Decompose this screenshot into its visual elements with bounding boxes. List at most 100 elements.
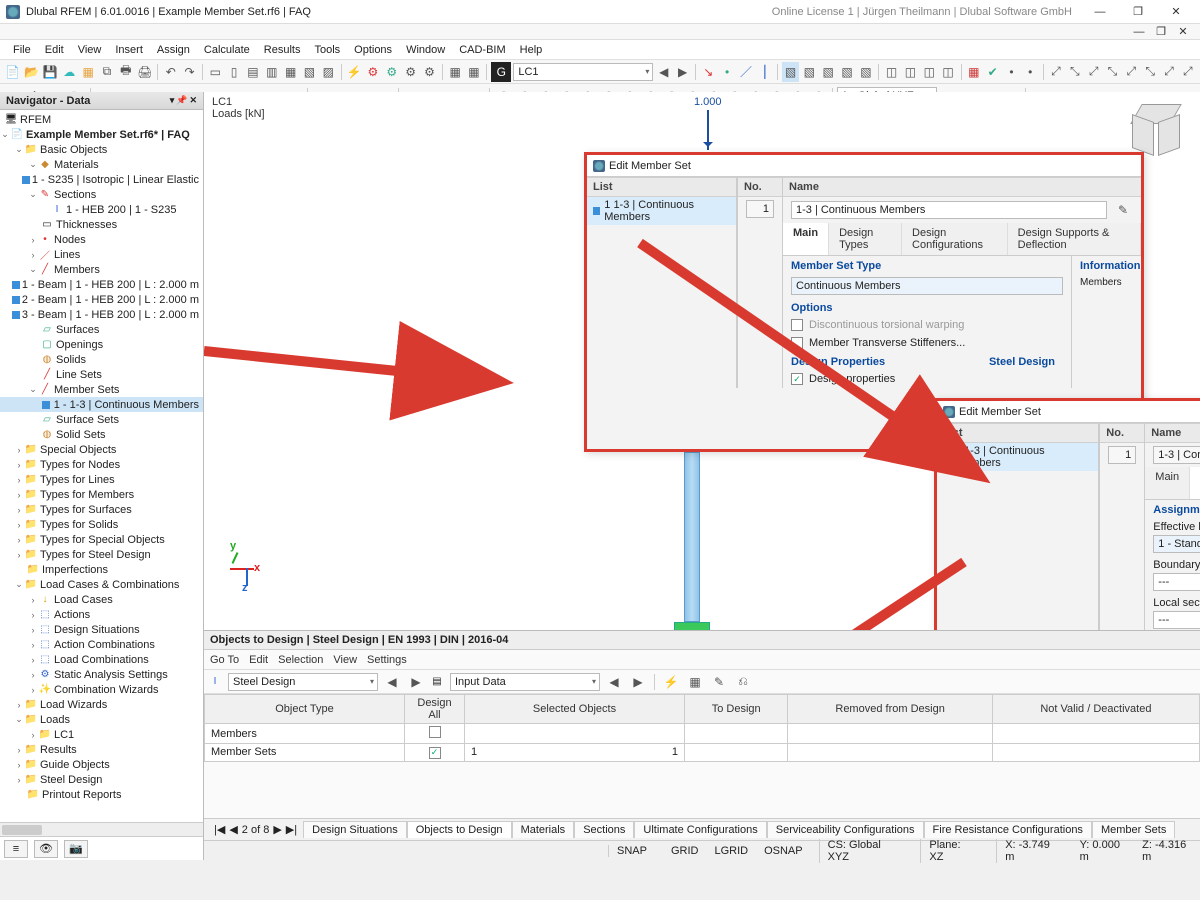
tree-tnodes[interactable]: ›📁Types for Nodes — [0, 457, 203, 472]
arrow-icon[interactable]: ↘ — [700, 62, 717, 82]
menu-calculate[interactable]: Calculate — [197, 42, 257, 58]
navigator-menu-icon[interactable]: ▾ — [170, 95, 175, 106]
tree-openings[interactable]: ▢Openings — [0, 337, 203, 352]
ax4-icon[interactable]: ⤡ — [1104, 62, 1121, 82]
table-data-combo[interactable]: Input Data — [450, 673, 600, 691]
status-snap[interactable]: SNAP — [608, 845, 655, 857]
tree-cw[interactable]: ›✨Combination Wizards — [0, 682, 203, 697]
navigator-close-icon[interactable]: ✕ — [189, 95, 197, 106]
dlg1-opt2-cb[interactable] — [791, 337, 803, 349]
navigator-hscroll[interactable] — [0, 822, 203, 836]
tree-tsteel[interactable]: ›📁Types for Steel Design — [0, 547, 203, 562]
btab-uc[interactable]: Ultimate Configurations — [634, 821, 766, 838]
tree-sections[interactable]: ⌄✎Sections — [0, 187, 203, 202]
grid-icon[interactable]: ▦ — [447, 62, 464, 82]
minimize-button[interactable]: — — [1082, 2, 1118, 22]
tree-lc[interactable]: ›↓Load Cases — [0, 592, 203, 607]
nav-tab-display-icon[interactable]: 👁 — [34, 840, 58, 858]
menu-options[interactable]: Options — [347, 42, 399, 58]
combo1-next[interactable]: ▶ — [406, 672, 426, 692]
tree-lc1[interactable]: ›📁LC1 — [0, 727, 203, 742]
view3-icon[interactable]: ▤ — [245, 62, 262, 82]
dot2-icon[interactable]: • — [1022, 62, 1039, 82]
tree-sas[interactable]: ›⚙Static Analysis Settings — [0, 667, 203, 682]
tree-lines[interactable]: ›／Lines — [0, 247, 203, 262]
tree-ds[interactable]: ›⬚Design Situations — [0, 622, 203, 637]
pager-first[interactable]: |◀ — [214, 823, 225, 836]
combo2-next[interactable]: ▶ — [628, 672, 648, 692]
tree-member-1[interactable]: 1 - Beam | 1 - HEB 200 | L : 2.000 m — [0, 277, 203, 292]
render5-icon[interactable]: ▧ — [857, 62, 874, 82]
view-cube[interactable] — [1128, 102, 1184, 158]
lc-combo[interactable]: LC1 — [513, 63, 653, 81]
tree-basic[interactable]: ⌄📁Basic Objects — [0, 142, 203, 157]
new-icon[interactable]: 📄 — [4, 62, 21, 82]
dlg1-list-item[interactable]: 1 1-3 | Continuous Members — [587, 197, 736, 225]
btab-sc[interactable]: Serviceability Configurations — [767, 821, 924, 838]
render1-icon[interactable]: ▧ — [782, 62, 799, 82]
save-icon[interactable]: 💾 — [42, 62, 59, 82]
tmenu-goto[interactable]: Go To — [210, 654, 239, 666]
table-module-combo[interactable]: Steel Design — [228, 673, 378, 691]
lc-next-icon[interactable]: ▶ — [674, 62, 691, 82]
ax2-icon[interactable]: ⤡ — [1066, 62, 1083, 82]
print2-icon[interactable]: 🖨 — [136, 62, 153, 82]
menu-results[interactable]: Results — [257, 42, 308, 58]
members-designall-cb[interactable] — [429, 726, 441, 738]
nav-tab-data-icon[interactable]: ≡ — [4, 840, 28, 858]
dlg1-steel-link[interactable]: Steel Design — [989, 356, 1063, 368]
tree-member-2[interactable]: 2 - Beam | 1 - HEB 200 | L : 2.000 m — [0, 292, 203, 307]
tree-solids[interactable]: ◍Solids — [0, 352, 203, 367]
tree-root[interactable]: 🖥RFEM — [0, 112, 203, 127]
iso2-icon[interactable]: ◫ — [902, 62, 919, 82]
close-button[interactable]: ✕ — [1158, 2, 1194, 22]
row-membersets[interactable]: Member Sets ✓ 11 — [205, 744, 1200, 762]
dlg1-tab-designtypes[interactable]: Design Types — [829, 223, 902, 255]
status-grid[interactable]: GRID — [671, 845, 699, 857]
status-lgrid[interactable]: LGRID — [714, 845, 748, 857]
open-icon[interactable]: 📂 — [23, 62, 40, 82]
calc5-icon[interactable]: ⚙ — [421, 62, 438, 82]
row-members[interactable]: Members — [205, 724, 1200, 744]
dlg1-titlebar[interactable]: Edit Member Set — [587, 155, 1141, 177]
navigator-pin-icon[interactable]: 📌 — [176, 95, 187, 106]
menu-assign[interactable]: Assign — [150, 42, 197, 58]
view1-icon[interactable]: ▭ — [207, 62, 224, 82]
calc4-icon[interactable]: ⚙ — [402, 62, 419, 82]
btab-sec[interactable]: Sections — [574, 821, 634, 838]
dlg1-tab-main[interactable]: Main — [783, 223, 829, 255]
btab-otd[interactable]: Objects to Design — [407, 821, 512, 838]
dlg1-no-input[interactable]: 1 — [746, 200, 774, 218]
tree-surfaces[interactable]: ▱Surfaces — [0, 322, 203, 337]
tmenu-view[interactable]: View — [333, 654, 357, 666]
ax1-icon[interactable]: ⤢ — [1048, 62, 1065, 82]
mdi-close[interactable]: ✕ — [1172, 25, 1194, 39]
tree-membersets[interactable]: ⌄╱Member Sets — [0, 382, 203, 397]
tree-tspecial[interactable]: ›📁Types for Special Objects — [0, 532, 203, 547]
btab-ms[interactable]: Member Sets — [1092, 821, 1175, 838]
tree-surfacesets[interactable]: ▱Surface Sets — [0, 412, 203, 427]
pager-last[interactable]: ▶| — [286, 823, 297, 836]
menu-window[interactable]: Window — [399, 42, 452, 58]
objects-table[interactable]: Object Type Design All Selected Objects … — [204, 694, 1200, 762]
dlg2-name-input[interactable]: 1-3 | Continuous Members — [1153, 446, 1200, 464]
grid2-icon[interactable]: ▦ — [466, 62, 483, 82]
tree-project[interactable]: ⌄📄Example Member Set.rf6* | FAQ — [0, 127, 203, 142]
tmenu-selection[interactable]: Selection — [278, 654, 323, 666]
calc2-icon[interactable]: ⚙ — [365, 62, 382, 82]
dlg2-titlebar[interactable]: Edit Member Set — [937, 401, 1200, 423]
tool2-icon[interactable]: ✎ — [709, 672, 729, 692]
node-icon[interactable]: • — [719, 62, 736, 82]
dlg1-mst-combo[interactable]: Continuous Members — [791, 277, 1063, 295]
view5-icon[interactable]: ▦ — [282, 62, 299, 82]
tree-memberset-1[interactable]: 1 - 1-3 | Continuous Members — [0, 397, 203, 412]
dlg1-dp-cb[interactable]: ✓ — [791, 373, 803, 385]
tmenu-settings[interactable]: Settings — [367, 654, 407, 666]
tree-tmembers[interactable]: ›📁Types for Members — [0, 487, 203, 502]
dot1-icon[interactable]: • — [1003, 62, 1020, 82]
status-osnap[interactable]: OSNAP — [764, 845, 803, 857]
rendered-member[interactable] — [684, 452, 700, 622]
line-icon[interactable]: ／ — [738, 62, 755, 82]
tree-linesets[interactable]: ╱Line Sets — [0, 367, 203, 382]
dlg2-list-item[interactable]: 1 1-3 | Continuous Members — [937, 443, 1098, 471]
